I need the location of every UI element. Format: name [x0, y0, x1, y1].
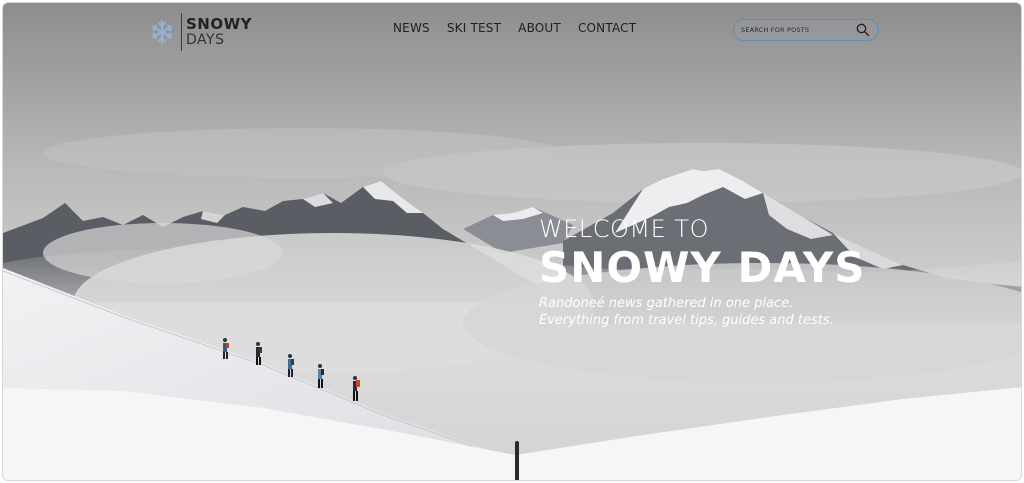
- brand-logo[interactable]: SNOWY DAYS: [149, 11, 252, 53]
- hero-title: SNOWY DAYS: [539, 243, 866, 292]
- hero-welcome: WELCOME TO: [539, 215, 709, 243]
- brand-name: SNOWY DAYS: [186, 16, 252, 48]
- site-header: SNOWY DAYS NEWS SKI TEST ABOUT CONTACT: [3, 3, 1021, 59]
- search-icon[interactable]: [856, 23, 870, 37]
- search-box: [733, 19, 879, 41]
- scroll-indicator[interactable]: [515, 441, 519, 480]
- nav-item-ski-test[interactable]: SKI TEST: [447, 21, 501, 35]
- nav-item-news[interactable]: NEWS: [393, 21, 430, 35]
- hero-title-block: WELCOME TO SNOWY DAYS Randoneé news gath…: [539, 215, 865, 329]
- hero-tagline-line2: Everything from travel tips, guides and …: [539, 313, 834, 328]
- hero-tagline-line1: Randoneé news gathered in one place.: [539, 296, 794, 311]
- brand-name-line1: SNOWY: [186, 15, 253, 33]
- nav-item-contact[interactable]: CONTACT: [578, 21, 636, 35]
- page-frame: SNOWY DAYS NEWS SKI TEST ABOUT CONTACT W…: [2, 2, 1022, 481]
- hero-image: [3, 3, 1021, 480]
- main-nav: NEWS SKI TEST ABOUT CONTACT: [393, 21, 636, 35]
- snowflake-icon: [151, 20, 173, 44]
- search-input[interactable]: [734, 26, 844, 34]
- logo-divider: [181, 13, 182, 51]
- nav-item-about[interactable]: ABOUT: [518, 21, 561, 35]
- mountain-landscape-image: [3, 3, 1021, 480]
- brand-name-line2: DAYS: [186, 32, 225, 48]
